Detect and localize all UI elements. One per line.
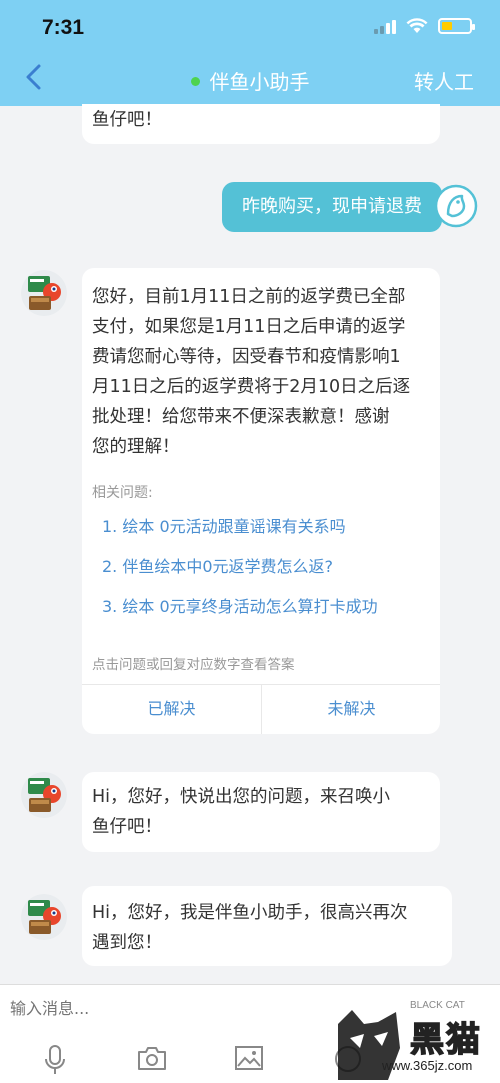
related-question-3[interactable]: 3. 绘本 0元享终身活动怎么算打卡成功 (102, 592, 378, 622)
related-questions-title: 相关问题: (92, 485, 153, 501)
message-text: 鱼仔吧！ (92, 110, 162, 130)
signal-icon (374, 18, 396, 34)
watermark-sub: BLACK CAT (410, 1000, 465, 1011)
answer-line: 您的理解！ (92, 437, 180, 457)
navigation-bar: 7:31 伴鱼小助手 转人工 (0, 0, 500, 106)
microphone-icon[interactable] (44, 1045, 66, 1075)
solved-button[interactable]: 已解决 (82, 684, 261, 734)
image-icon[interactable] (234, 1045, 264, 1071)
message-line: Hi，您好，快说出您的问题，来召唤小 (92, 787, 391, 807)
message-line: Hi，您好，我是伴鱼小助手，很高兴再次 (92, 903, 408, 923)
watermark-url: www.365jz.com (382, 1058, 473, 1073)
bot-avatar-icon (21, 270, 67, 316)
answer-line: 批处理！给您带来不便深表歉意！感谢 (92, 407, 390, 427)
answer-text: 您好，目前1月11日之前的返学费已全部 支付，如果您是1月11日之后申请的返学 … (92, 282, 432, 462)
user-message-bubble: 昨晚购买，现申请退费 (222, 182, 442, 232)
status-time: 7:31 (42, 16, 85, 39)
related-question-1[interactable]: 1. 绘本 0元活动跟童谣课有关系吗 (102, 512, 346, 542)
bot-answer-bubble: 您好，目前1月11日之前的返学费已全部 支付，如果您是1月11日之后申请的返学 … (82, 268, 440, 734)
status-icons (374, 18, 475, 34)
watermark-brand: 黑猫 (409, 1019, 482, 1061)
battery-icon (438, 18, 475, 34)
bot-greeting-bubble: Hi，您好，快说出您的问题，来召唤小 鱼仔吧！ (82, 772, 440, 852)
wifi-icon (406, 18, 428, 33)
bot-message-partial: 鱼仔吧！ (82, 104, 440, 144)
answer-line: 费请您耐心等待，因受春节和疫情影响1 (92, 347, 401, 367)
chat-title-text: 伴鱼小助手 (209, 70, 310, 94)
answer-hint: 点击问题或回复对应数字查看答案 (92, 657, 295, 673)
related-question-2[interactable]: 2. 伴鱼绘本中0元返学费怎么返? (102, 552, 333, 582)
answer-line: 您好，目前1月11日之前的返学费已全部 (92, 287, 406, 307)
transfer-to-human-button[interactable]: 转人工 (414, 66, 474, 95)
online-status-dot (190, 77, 200, 86)
message-line: 鱼仔吧！ (92, 817, 162, 837)
answer-line: 月11日之后的返学费将于2月10日之后逐 (92, 377, 411, 397)
bot-avatar-icon (21, 772, 67, 818)
message-line: 遇到您！ (92, 933, 162, 953)
camera-icon[interactable] (137, 1045, 167, 1071)
bot-avatar-icon (21, 894, 67, 940)
user-avatar-bird-icon (434, 184, 478, 228)
bot-greeting-bubble: Hi，您好，我是伴鱼小助手，很高兴再次 遇到您！ (82, 886, 452, 966)
unsolved-button[interactable]: 未解决 (262, 684, 441, 734)
answer-line: 支付，如果您是1月11日之后申请的返学 (92, 317, 406, 337)
